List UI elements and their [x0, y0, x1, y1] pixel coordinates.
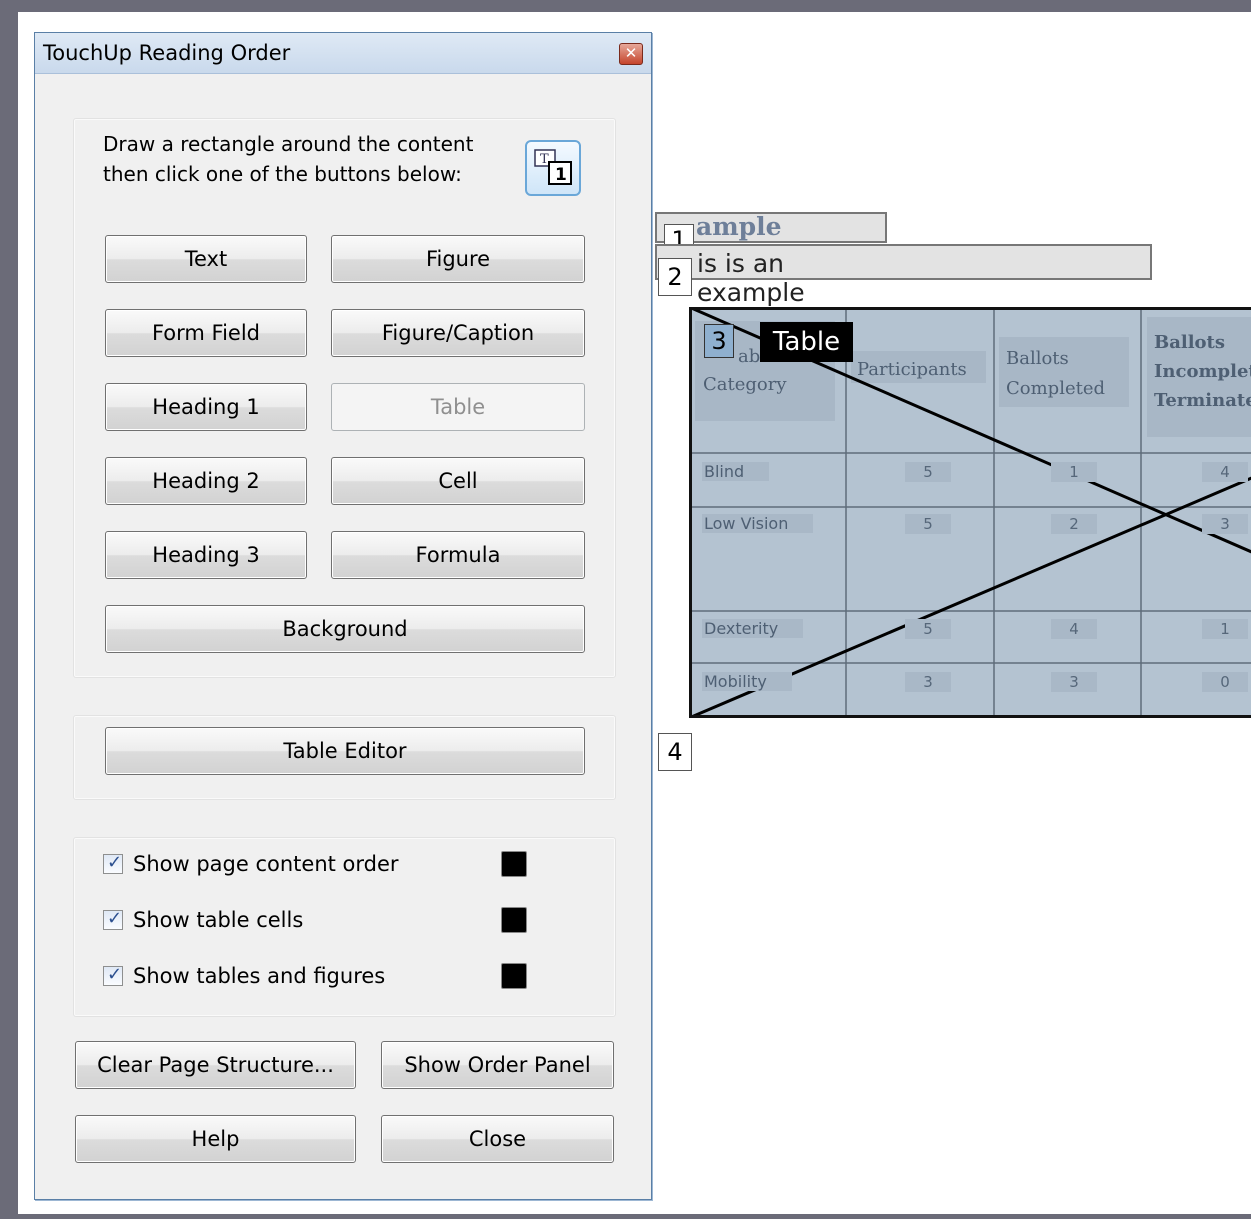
order-number-4[interactable]: 4 [658, 733, 692, 771]
cell-mobility: Mobility [702, 672, 792, 691]
svg-text:T: T [540, 152, 549, 167]
show-table-cells-label: Show table cells [133, 908, 304, 932]
table-cells-color-swatch[interactable] [501, 907, 527, 933]
clear-page-structure-button[interactable]: Clear Page Structure... [75, 1041, 356, 1089]
table-type-label: Table [760, 322, 853, 362]
help-button[interactable]: Help [75, 1115, 356, 1163]
cell-dexterity: Dexterity [702, 619, 804, 638]
instruction-line-1: Draw a rectangle around the content [103, 132, 474, 156]
checkmark-icon: ✓ [107, 852, 123, 873]
cell-blind: Blind [702, 462, 770, 481]
cell-lowvision-incomplete: 3 [1202, 514, 1248, 534]
background-button[interactable]: Background [105, 605, 585, 653]
show-tables-and-figures-row[interactable]: ✓ Show tables and figures [103, 961, 385, 991]
page-content-order-color-swatch[interactable] [501, 851, 527, 877]
cell-button[interactable]: Cell [331, 457, 585, 505]
order-number-2[interactable]: 2 [658, 258, 692, 296]
reading-order-tool-icon[interactable]: T 1 [525, 140, 581, 196]
checkmark-icon: ✓ [107, 964, 123, 985]
cell-lowvision-completed: 2 [1051, 514, 1097, 534]
touchup-reading-order-dialog: TouchUp Reading Order ✕ Draw a rectangle… [34, 32, 652, 1200]
cell-blind-incomplete: 4 [1202, 462, 1248, 482]
show-tables-and-figures-label: Show tables and figures [133, 964, 386, 988]
heading1-button[interactable]: Heading 1 [105, 383, 307, 431]
show-tables-and-figures-checkbox[interactable]: ✓ [103, 964, 123, 986]
cell-blind-completed: 1 [1051, 462, 1097, 482]
svg-text:1: 1 [555, 165, 567, 185]
show-order-panel-button[interactable]: Show Order Panel [381, 1041, 614, 1089]
cell-mobility-participants: 3 [905, 672, 951, 692]
header-category-partial: ab [738, 346, 761, 367]
show-page-content-order-row[interactable]: ✓ Show page content order [103, 849, 399, 879]
instruction-text: Draw a rectangle around the content then… [103, 129, 473, 189]
heading3-button[interactable]: Heading 3 [105, 531, 307, 579]
cell-mobility-incomplete: 0 [1202, 672, 1248, 692]
cell-mobility-completed: 3 [1051, 672, 1097, 692]
cell-dexterity-participants: 5 [905, 619, 951, 639]
order-number-3[interactable]: 3 [704, 324, 734, 358]
tables-figures-color-swatch[interactable] [501, 963, 527, 989]
close-icon[interactable]: ✕ [619, 43, 643, 65]
heading2-button[interactable]: Heading 2 [105, 457, 307, 505]
form-field-button[interactable]: Form Field [105, 309, 307, 357]
show-page-content-order-checkbox[interactable]: ✓ [103, 852, 123, 874]
cell-low-vision: Low Vision [702, 514, 814, 533]
cell-dexterity-completed: 4 [1051, 619, 1097, 639]
close-button[interactable]: Close [381, 1115, 614, 1163]
text-button[interactable]: Text [105, 235, 307, 283]
cell-blind-participants: 5 [905, 462, 951, 482]
figure-caption-button[interactable]: Figure/Caption [331, 309, 585, 357]
table-editor-button[interactable]: Table Editor [105, 727, 585, 775]
show-page-content-order-label: Show page content order [133, 852, 399, 876]
dialog-title: TouchUp Reading Order [43, 41, 291, 65]
header-participants: Participants [857, 359, 967, 380]
header-ballots-incomplete: Ballots Incomplete/ Terminated [1154, 332, 1251, 411]
cell-lowvision-participants: 5 [905, 514, 951, 534]
header-category: Category [703, 374, 787, 395]
checkmark-icon: ✓ [107, 908, 123, 929]
figure-button[interactable]: Figure [331, 235, 585, 283]
title-bar[interactable]: TouchUp Reading Order ✕ [35, 33, 651, 74]
instruction-line-2: then click one of the buttons below: [103, 162, 462, 186]
header-ballots-completed: Ballots Completed [1006, 348, 1106, 399]
formula-button[interactable]: Formula [331, 531, 585, 579]
show-table-cells-checkbox[interactable]: ✓ [103, 908, 123, 930]
show-table-cells-row[interactable]: ✓ Show table cells [103, 905, 303, 935]
table-button[interactable]: Table [331, 383, 585, 431]
cell-dexterity-incomplete: 1 [1202, 619, 1248, 639]
table-region[interactable]: Category ab Participants Ballots Complet… [689, 307, 1251, 718]
